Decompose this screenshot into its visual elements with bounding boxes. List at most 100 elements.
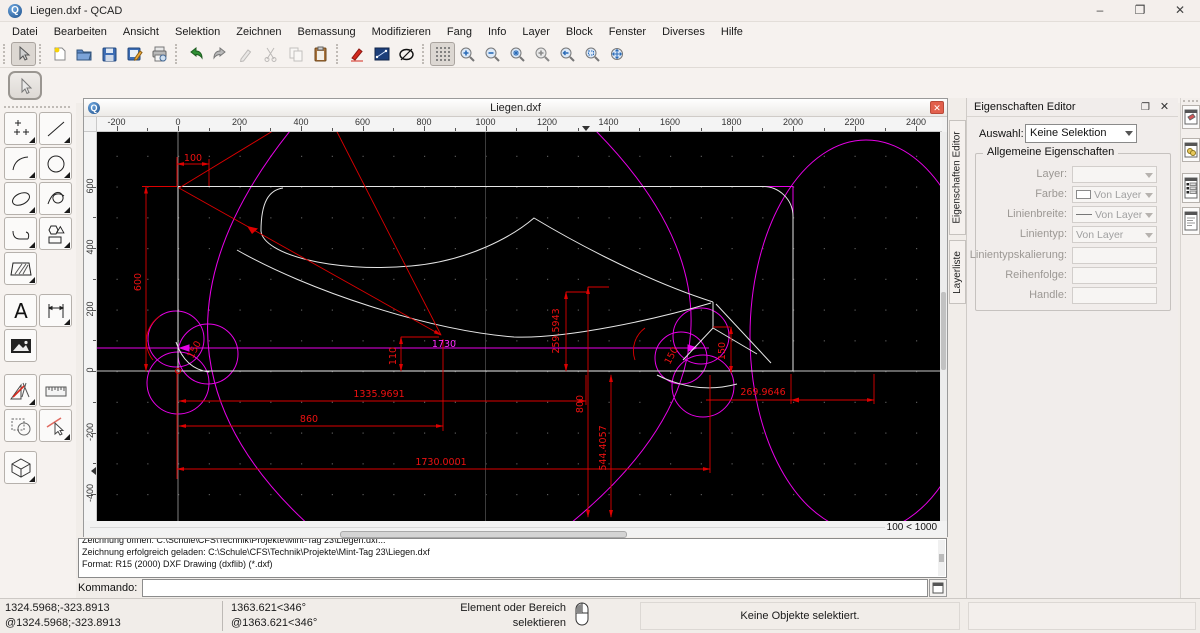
tool-line[interactable]: [39, 112, 72, 145]
close-button[interactable]: ✕: [1160, 0, 1200, 22]
toolbar-handle[interactable]: [39, 44, 44, 64]
menu-info[interactable]: Info: [480, 24, 514, 40]
draw-color-button[interactable]: [344, 42, 369, 66]
command-history-scrollbar[interactable]: [938, 540, 945, 576]
draw-order-field[interactable]: [1072, 267, 1157, 284]
copy-button[interactable]: [283, 42, 308, 66]
linetype-scale-field[interactable]: [1072, 247, 1157, 264]
drawing-window-close-button[interactable]: ✕: [930, 101, 944, 114]
tool-spline[interactable]: [39, 182, 72, 215]
tab-eigenschaften-editor[interactable]: Eigenschaften Editor: [949, 120, 966, 235]
tab-layerliste[interactable]: Layerliste: [949, 240, 966, 304]
menu-ansicht[interactable]: Ansicht: [115, 24, 167, 40]
open-file-button[interactable]: [72, 42, 97, 66]
grid-toggle-button[interactable]: [430, 42, 455, 66]
menu-zeichnen[interactable]: Zeichnen: [228, 24, 289, 40]
selection-combobox[interactable]: Keine Selektion: [1025, 124, 1137, 143]
command-input[interactable]: [142, 579, 928, 597]
menu-diverses[interactable]: Diverses: [654, 24, 713, 40]
toolbar-handle[interactable]: [3, 44, 8, 64]
toolbar-handle[interactable]: [336, 44, 341, 64]
tool-points[interactable]: [4, 112, 37, 145]
select-tool-button[interactable]: [11, 42, 36, 66]
zoom-previous-button[interactable]: [555, 42, 580, 66]
drawing-preferences-button[interactable]: [369, 42, 394, 66]
toggle-layer-list-button[interactable]: [1182, 138, 1200, 162]
tool-text[interactable]: A: [4, 294, 37, 327]
save-as-button[interactable]: [122, 42, 147, 66]
menu-modifizieren[interactable]: Modifizieren: [364, 24, 439, 40]
layer-combobox[interactable]: [1072, 166, 1157, 183]
tool-hatch[interactable]: [4, 252, 37, 285]
tool-circle[interactable]: [39, 147, 72, 180]
color-combobox[interactable]: Von Layer: [1072, 186, 1157, 203]
horizontal-scrollbar[interactable]: [90, 527, 885, 538]
toolbox-handle[interactable]: [4, 106, 70, 108]
menu-datei[interactable]: Datei: [4, 24, 46, 40]
tool-trim[interactable]: [39, 409, 72, 442]
dimension-label: 259.5943: [551, 308, 562, 353]
zoom-auto-button[interactable]: [505, 42, 530, 66]
drawing-canvas[interactable]: 100 600 110 1335.9691 860 1730.0001 800 …: [97, 125, 983, 533]
save-button[interactable]: [97, 42, 122, 66]
minimize-button[interactable]: –: [1080, 0, 1120, 22]
restore-button[interactable]: ❐: [1120, 0, 1160, 22]
chevron-down-icon: [1145, 193, 1153, 198]
tool-draw-settings[interactable]: [4, 374, 37, 407]
properties-panel-header[interactable]: Eigenschaften Editor ❐ ✕: [967, 98, 1178, 117]
edit-button[interactable]: [233, 42, 258, 66]
tool-image[interactable]: [4, 329, 37, 362]
tool-dimension[interactable]: [39, 294, 72, 327]
zoom-selection-button[interactable]: [530, 42, 555, 66]
tool-ellipse[interactable]: [4, 182, 37, 215]
new-file-button[interactable]: [47, 42, 72, 66]
menu-layer[interactable]: Layer: [514, 24, 558, 40]
selection-status: Keine Objekte selektiert.: [740, 610, 860, 622]
zoom-in-button[interactable]: [455, 42, 480, 66]
selection-pointer-button[interactable]: [8, 71, 42, 100]
menu-fang[interactable]: Fang: [439, 24, 480, 40]
tool-polyline[interactable]: [4, 217, 37, 250]
toggle-command-line-button[interactable]: [1182, 207, 1200, 235]
menu-selektion[interactable]: Selektion: [167, 24, 228, 40]
drawing-window-titlebar[interactable]: Q Liegen.dxf ✕: [84, 99, 947, 117]
lineweight-combobox[interactable]: Von Layer: [1072, 206, 1157, 223]
menu-bearbeiten[interactable]: Bearbeiten: [46, 24, 115, 40]
ruler-cursor-marker: [582, 126, 590, 131]
close-panel-icon[interactable]: ✕: [1158, 101, 1171, 114]
zoom-window-button[interactable]: [580, 42, 605, 66]
menu-block[interactable]: Block: [558, 24, 601, 40]
vertical-scrollbar-thumb[interactable]: [941, 292, 946, 370]
cut-button[interactable]: [258, 42, 283, 66]
linetype-combobox[interactable]: Von Layer: [1072, 226, 1157, 243]
paste-button[interactable]: [308, 42, 333, 66]
handle-field[interactable]: [1072, 287, 1157, 304]
tool-solid[interactable]: [4, 451, 37, 484]
toggle-block-list-button[interactable]: [1182, 173, 1200, 203]
toolbar-handle[interactable]: [1183, 100, 1198, 102]
toggle-property-editor-button[interactable]: [1182, 105, 1200, 129]
undo-button[interactable]: [183, 42, 208, 66]
copy-icon: [289, 47, 302, 62]
dimension-label: 110: [388, 347, 399, 365]
command-options-button[interactable]: [929, 579, 947, 597]
tool-shapes[interactable]: [39, 217, 72, 250]
menu-fenster[interactable]: Fenster: [601, 24, 654, 40]
menubar: Datei Bearbeiten Ansicht Selektion Zeich…: [0, 22, 1200, 41]
tool-measure[interactable]: [39, 374, 72, 407]
redo-button[interactable]: [208, 42, 233, 66]
zoom-out-button[interactable]: [480, 42, 505, 66]
toolbar-handle[interactable]: [175, 44, 180, 64]
print-button[interactable]: [147, 42, 172, 66]
command-history[interactable]: Zeichnung öffnen: C:\Schule\CFS\Technik\…: [78, 538, 947, 578]
tool-modify[interactable]: [4, 409, 37, 442]
float-panel-icon[interactable]: ❐: [1139, 101, 1152, 114]
pan-button[interactable]: [605, 42, 630, 66]
tool-arc[interactable]: [4, 147, 37, 180]
menu-bemassung[interactable]: Bemassung: [290, 24, 364, 40]
vertical-scrollbar[interactable]: [940, 132, 947, 521]
horizontal-scrollbar-thumb[interactable]: [340, 531, 627, 538]
menu-hilfe[interactable]: Hilfe: [713, 24, 751, 40]
ellipse-tool-button[interactable]: [394, 42, 419, 66]
toolbar-handle[interactable]: [422, 44, 427, 64]
